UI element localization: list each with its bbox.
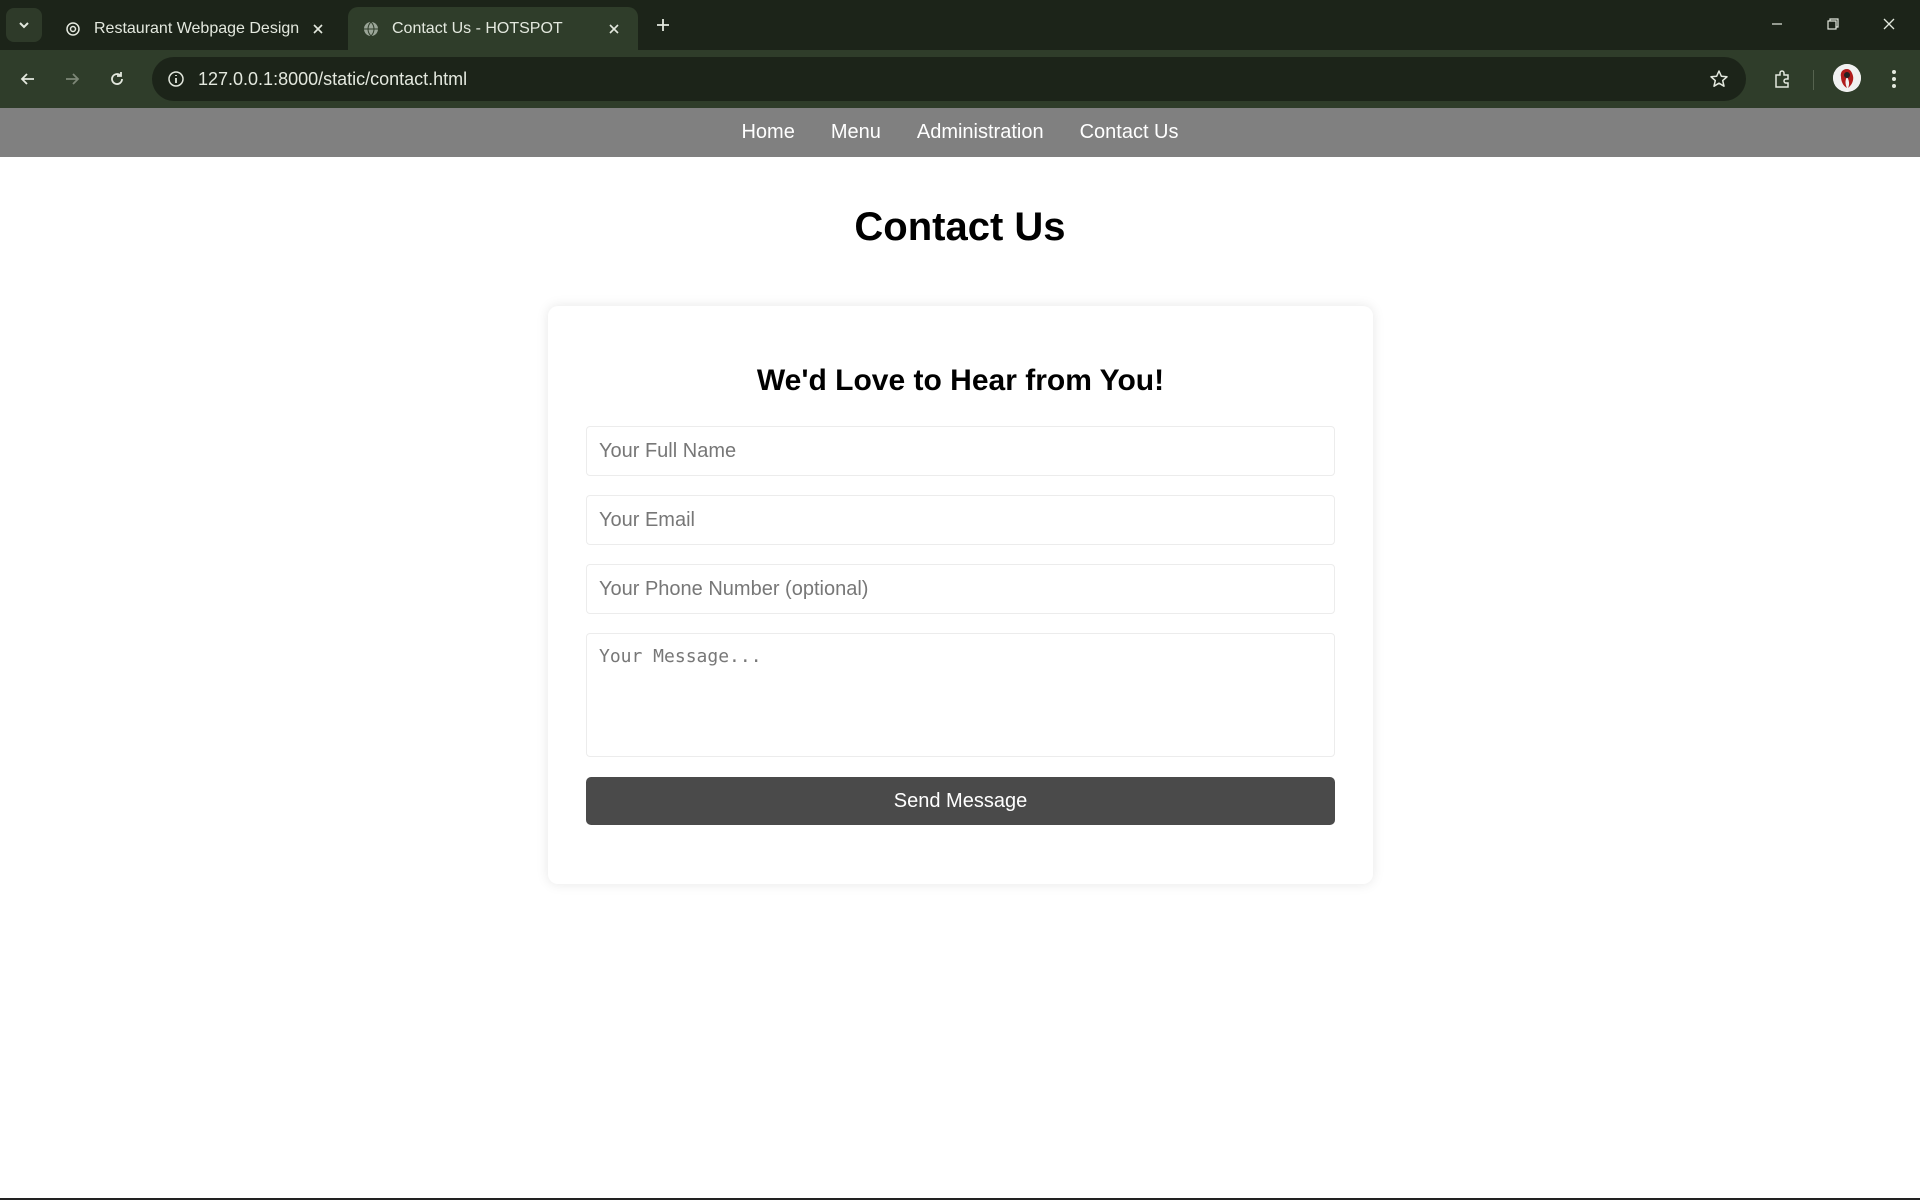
close-icon[interactable] — [308, 19, 328, 39]
restore-icon — [1827, 18, 1839, 30]
minimize-icon — [1772, 23, 1782, 25]
info-icon[interactable] — [158, 61, 194, 97]
minimize-button[interactable] — [1754, 4, 1800, 44]
nav-link-administration[interactable]: Administration — [917, 121, 1044, 144]
tab-search-button[interactable] — [6, 8, 42, 42]
browser-toolbar: 127.0.0.1:8000/static/contact.html — [0, 50, 1920, 108]
message-textarea[interactable] — [586, 633, 1335, 757]
new-tab-button[interactable] — [650, 12, 676, 38]
full-name-input[interactable] — [586, 426, 1335, 476]
profile-avatar-icon — [1833, 64, 1861, 92]
bookmark-star-icon[interactable] — [1704, 64, 1734, 94]
tab-restaurant-webpage-design[interactable]: Restaurant Webpage Design — [50, 7, 342, 50]
profile-avatar[interactable] — [1833, 64, 1861, 92]
globe-icon — [362, 20, 380, 38]
close-icon — [1883, 18, 1895, 30]
toolbar-divider — [1813, 70, 1814, 90]
openai-icon — [64, 20, 82, 38]
nav-link-home[interactable]: Home — [741, 121, 794, 144]
nav-link-contact-us[interactable]: Contact Us — [1080, 121, 1179, 144]
address-bar[interactable]: 127.0.0.1:8000/static/contact.html — [152, 57, 1746, 101]
phone-input[interactable] — [586, 564, 1335, 614]
email-input[interactable] — [586, 495, 1335, 545]
nav-link-menu[interactable]: Menu — [831, 121, 881, 144]
chevron-down-icon — [19, 22, 29, 29]
url-text: 127.0.0.1:8000/static/contact.html — [198, 68, 468, 89]
send-message-button[interactable]: Send Message — [586, 777, 1335, 825]
tab-contact-us[interactable]: Contact Us - HOTSPOT — [348, 7, 638, 50]
arrow-right-icon — [66, 73, 80, 85]
puzzle-icon — [1775, 70, 1789, 88]
reload-icon — [111, 72, 123, 85]
close-window-button[interactable] — [1866, 4, 1912, 44]
site-navigation: Home Menu Administration Contact Us — [0, 108, 1920, 157]
plus-icon — [657, 19, 669, 31]
contact-form-card: We'd Love to Hear from You! Send Message — [548, 306, 1373, 884]
restore-button[interactable] — [1810, 4, 1856, 44]
close-icon[interactable] — [604, 19, 624, 39]
form-heading: We'd Love to Hear from You! — [756, 364, 1165, 397]
tab-title: Contact Us - HOTSPOT — [392, 19, 563, 37]
browser-menu-button[interactable] — [1876, 61, 1912, 97]
forward-button[interactable] — [54, 61, 90, 97]
extensions-button[interactable] — [1764, 61, 1800, 97]
browser-tab-strip: Restaurant Webpage Design Contact Us - H… — [0, 0, 1920, 50]
back-button[interactable] — [10, 61, 46, 97]
page-title: Contact Us — [854, 205, 1066, 249]
tab-title: Restaurant Webpage Design — [94, 19, 300, 37]
more-vert-icon — [1892, 70, 1896, 88]
reload-button[interactable] — [99, 61, 135, 97]
arrow-left-icon — [20, 73, 34, 85]
